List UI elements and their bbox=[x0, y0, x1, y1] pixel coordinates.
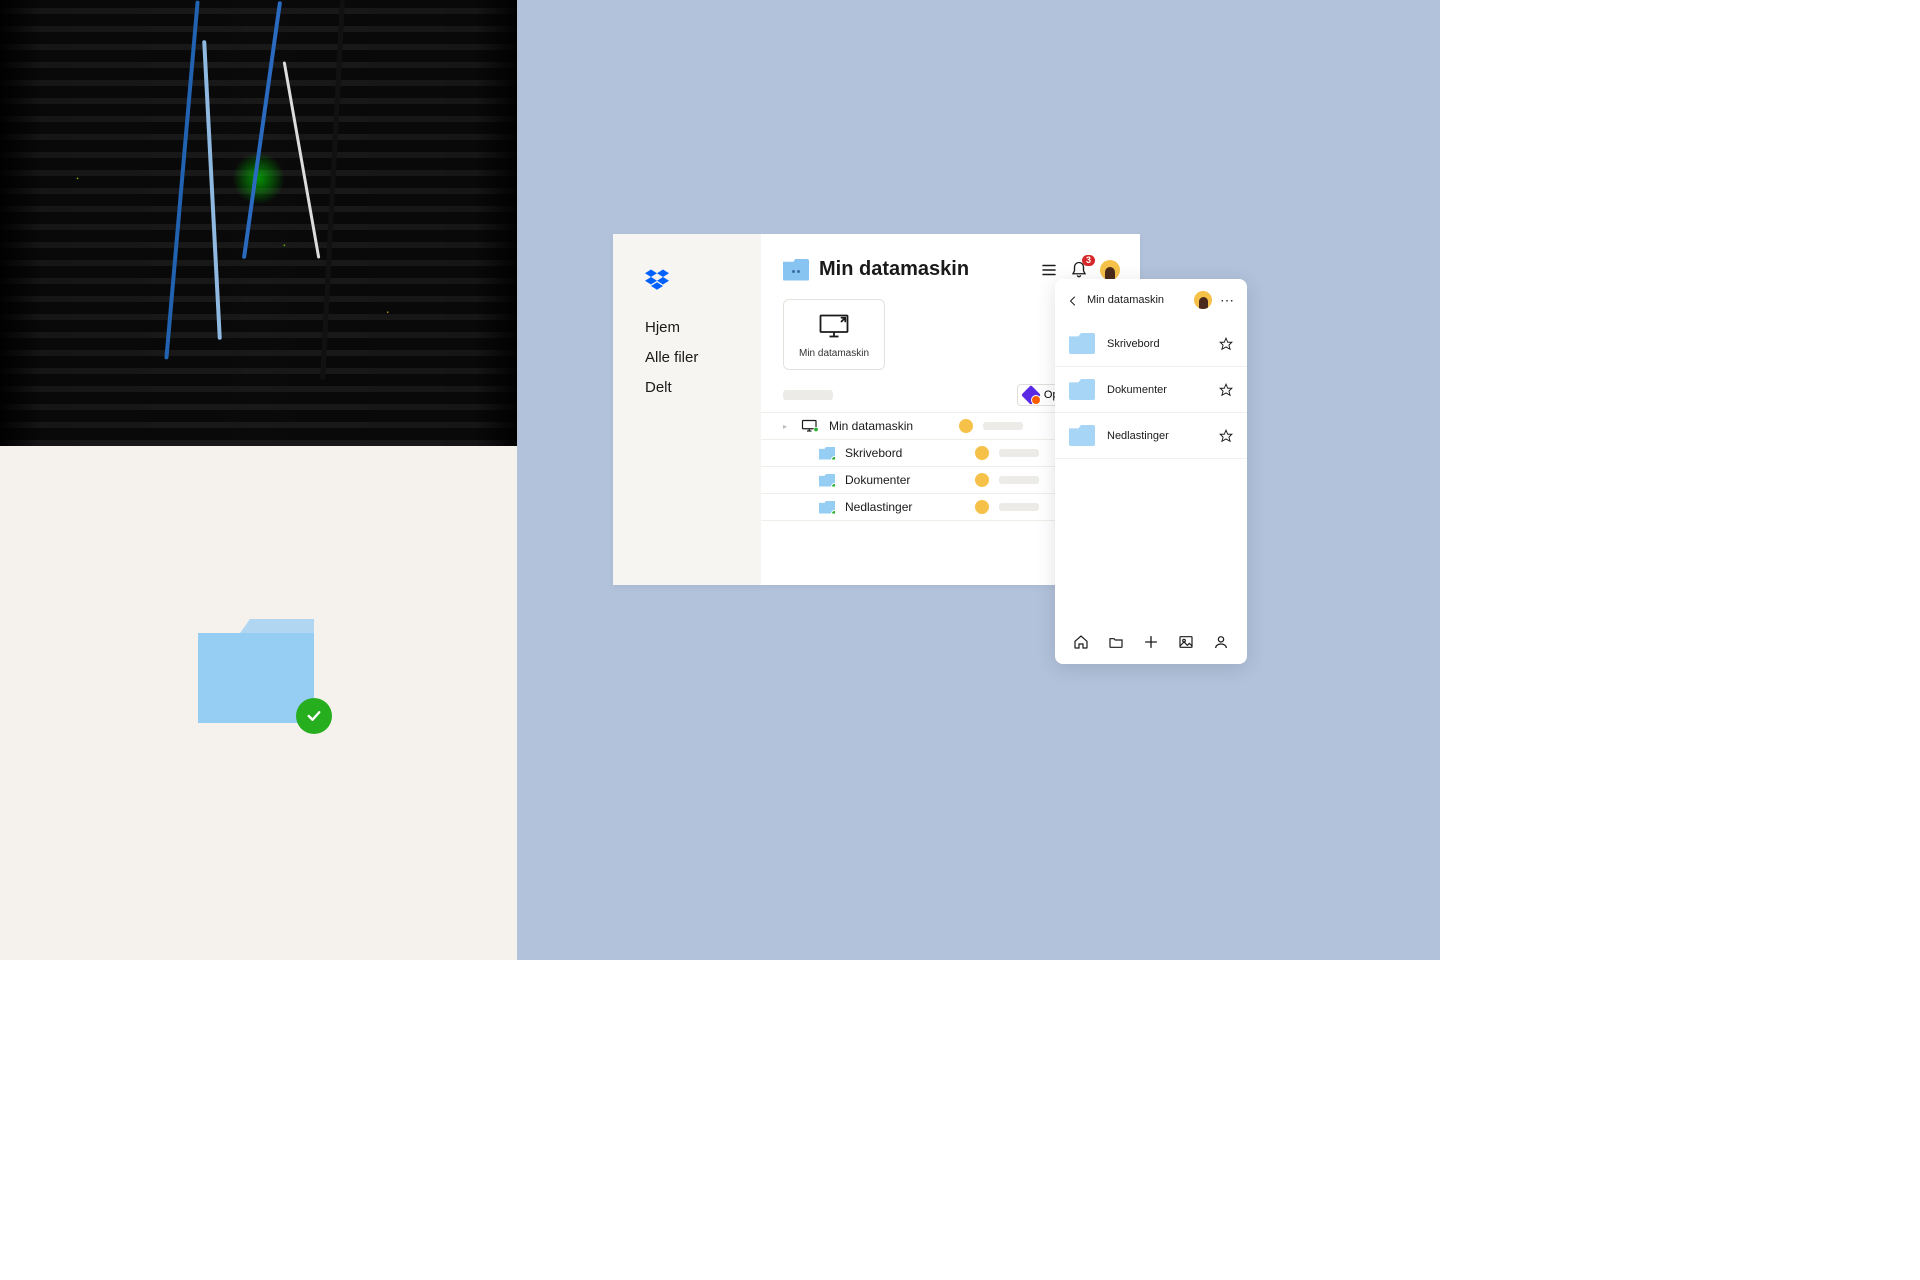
create-icon bbox=[1024, 388, 1038, 402]
folder-icon bbox=[819, 501, 835, 514]
meta-placeholder bbox=[999, 476, 1039, 484]
notification-count: 3 bbox=[1082, 255, 1095, 266]
meta-placeholder bbox=[999, 503, 1039, 511]
sidebar: Hjem Alle filer Delt bbox=[613, 234, 761, 585]
folder-icon bbox=[819, 474, 835, 487]
menu-icon[interactable] bbox=[1040, 261, 1058, 279]
sync-ok-icon bbox=[831, 456, 838, 463]
more-icon[interactable]: ⋯ bbox=[1220, 293, 1235, 307]
owner-avatar bbox=[975, 446, 989, 460]
sync-check-icon bbox=[296, 698, 332, 734]
mobile-folder-list: Skrivebord Dokumenter Nedlastinger bbox=[1055, 319, 1247, 622]
device-card-label: Min datamaskin bbox=[792, 348, 876, 359]
home-icon[interactable] bbox=[1073, 634, 1089, 650]
owner-avatar bbox=[975, 473, 989, 487]
server-rack-photo bbox=[0, 0, 517, 446]
nav-shared[interactable]: Delt bbox=[645, 380, 761, 395]
sync-ok-icon bbox=[831, 510, 838, 517]
row-name: Skrivebord bbox=[845, 446, 965, 460]
dropbox-logo-icon[interactable] bbox=[645, 268, 669, 292]
files-icon[interactable] bbox=[1108, 634, 1124, 650]
owner-avatar bbox=[959, 419, 973, 433]
mobile-bottom-nav bbox=[1055, 622, 1247, 664]
folder-icon bbox=[198, 615, 314, 723]
dropbox-mobile-panel: Min datamaskin ⋯ Skrivebord Dokumenter bbox=[1055, 279, 1247, 664]
photos-icon[interactable] bbox=[1178, 634, 1194, 650]
star-icon[interactable] bbox=[1219, 337, 1233, 351]
row-name: Nedlastinger bbox=[845, 500, 965, 514]
notification-bell-icon[interactable]: 3 bbox=[1070, 261, 1088, 279]
folder-icon bbox=[1069, 333, 1095, 354]
meta-placeholder bbox=[999, 449, 1039, 457]
account-icon[interactable] bbox=[1213, 634, 1229, 650]
owner-avatar bbox=[975, 500, 989, 514]
folder-icon bbox=[819, 447, 835, 460]
star-icon[interactable] bbox=[1219, 383, 1233, 397]
mobile-folder-row[interactable]: Dokumenter bbox=[1055, 367, 1247, 413]
device-card[interactable]: Min datamaskin bbox=[783, 299, 885, 370]
folder-label: Dokumenter bbox=[1107, 384, 1207, 396]
row-name: Min datamaskin bbox=[829, 419, 949, 433]
folder-label: Skrivebord bbox=[1107, 338, 1207, 350]
back-icon[interactable] bbox=[1067, 294, 1079, 306]
mobile-folder-row[interactable]: Nedlastinger bbox=[1055, 413, 1247, 459]
mobile-title: Min datamaskin bbox=[1087, 294, 1186, 306]
folder-icon bbox=[1069, 379, 1095, 400]
monitor-icon bbox=[801, 419, 819, 433]
plus-icon[interactable] bbox=[1143, 634, 1159, 650]
expand-caret-icon[interactable]: ▸ bbox=[783, 422, 791, 430]
folder-label: Nedlastinger bbox=[1107, 430, 1207, 442]
current-folder-icon bbox=[783, 259, 809, 281]
toolbar-placeholder bbox=[783, 390, 833, 400]
nav-all-files[interactable]: Alle filer bbox=[645, 350, 761, 365]
folder-icon bbox=[1069, 425, 1095, 446]
nav-home[interactable]: Hjem bbox=[645, 320, 761, 335]
row-name: Dokumenter bbox=[845, 473, 965, 487]
sync-ok-icon bbox=[831, 483, 838, 490]
meta-placeholder bbox=[983, 422, 1023, 430]
avatar[interactable] bbox=[1100, 260, 1120, 280]
star-icon[interactable] bbox=[1219, 429, 1233, 443]
mobile-folder-row[interactable]: Skrivebord bbox=[1055, 321, 1247, 367]
avatar[interactable] bbox=[1194, 291, 1212, 309]
page-title: Min datamaskin bbox=[819, 258, 1040, 281]
